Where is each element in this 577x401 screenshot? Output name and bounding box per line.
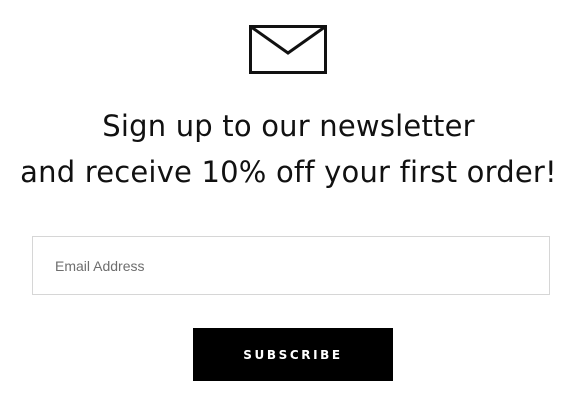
email-input[interactable] [33,237,549,294]
newsletter-signup: Sign up to our newsletter and receive 10… [0,0,577,401]
headline-line-1: Sign up to our newsletter [102,109,475,143]
email-field-wrapper [32,236,550,295]
newsletter-headline: Sign up to our newsletter and receive 10… [0,103,577,195]
envelope-icon [249,25,327,74]
subscribe-button[interactable]: SUBSCRIBE [193,328,393,381]
headline-line-2: and receive 10% off your first order! [20,155,557,189]
